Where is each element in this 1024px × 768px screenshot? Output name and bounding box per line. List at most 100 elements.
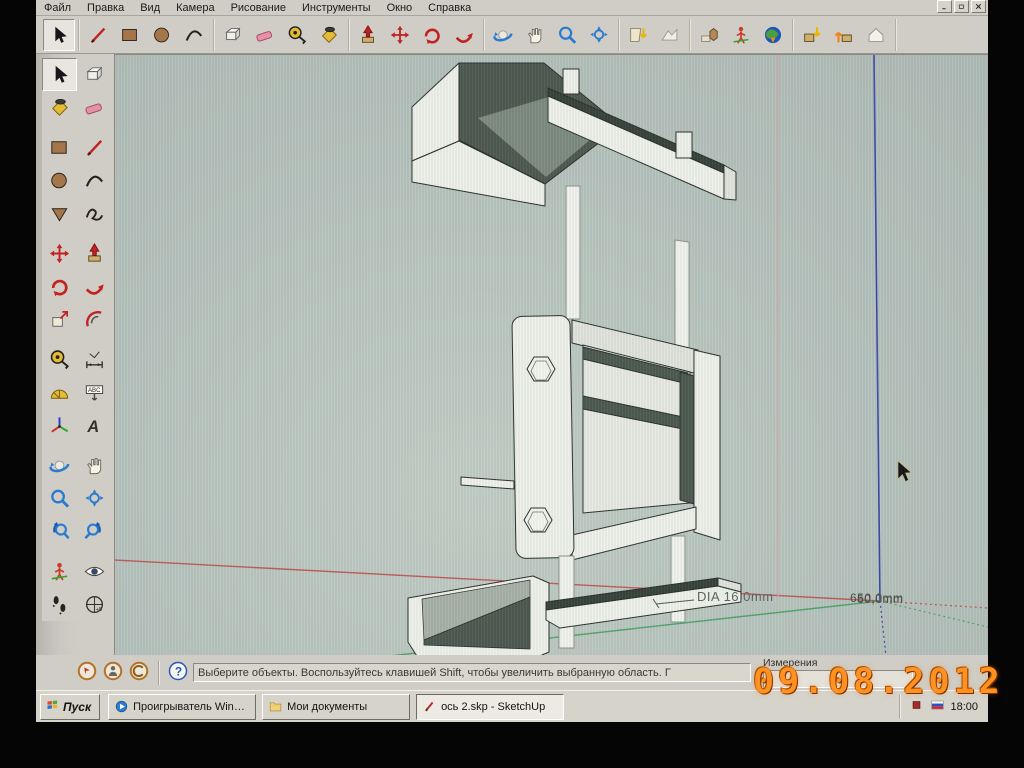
minimize-button[interactable] xyxy=(937,0,952,13)
menu-окно[interactable]: Окно xyxy=(379,2,421,14)
menu-рисование[interactable]: Рисование xyxy=(223,2,294,14)
model-top-channel[interactable] xyxy=(411,62,737,207)
move-palette-button[interactable] xyxy=(42,237,77,270)
polygon-palette-button[interactable] xyxy=(42,197,77,230)
make-component-tool-button[interactable] xyxy=(217,19,249,51)
place-model-tool-button[interactable] xyxy=(693,19,725,51)
status-hint: Выберите объекты. Воспользуйтесь клавише… xyxy=(193,663,751,682)
rotate-tool-button[interactable] xyxy=(416,19,448,51)
eraser-palette-button[interactable] xyxy=(77,91,112,124)
task-wmp[interactable]: Проигрыватель Windo... xyxy=(108,693,257,720)
push-pull-tool-button[interactable] xyxy=(352,19,384,51)
section-plane-palette-button[interactable]: +5 xyxy=(77,588,112,621)
walk-palette-button[interactable] xyxy=(42,588,77,621)
line-icon xyxy=(86,139,103,157)
rectangle-palette-button[interactable] xyxy=(42,131,77,164)
tape-measure-tool-button[interactable] xyxy=(281,19,313,51)
push-pull-palette-button[interactable] xyxy=(77,237,112,270)
task-label: Мои документы xyxy=(287,700,368,713)
select-tool-button[interactable] xyxy=(43,18,75,51)
scale-palette-button[interactable] xyxy=(42,303,77,336)
menu-вид[interactable]: Вид xyxy=(132,2,168,14)
sketchup-icon xyxy=(425,701,434,712)
follow-me-tool-button[interactable] xyxy=(448,19,480,51)
walk-icon xyxy=(52,596,66,615)
toggle-terrain-tool-button[interactable] xyxy=(654,19,686,51)
tray-clock[interactable]: 18:00 xyxy=(950,701,978,713)
zoom-tool-button[interactable] xyxy=(551,19,583,51)
rectangle-tool-button[interactable] xyxy=(114,19,146,51)
model-clamp-block[interactable] xyxy=(460,315,721,561)
paint-bucket-palette-button[interactable] xyxy=(42,91,77,124)
zoom-extents-icon xyxy=(85,489,104,507)
circle-tool-button[interactable] xyxy=(146,19,178,51)
drawing-canvas[interactable]: DIA 16,0mm 650,0mm 60,0mm xyxy=(114,54,988,655)
eraser-tool-button[interactable] xyxy=(249,19,281,51)
arc-tool-button[interactable] xyxy=(178,19,210,51)
get-current-view-tool-button[interactable] xyxy=(622,19,654,51)
help-slot[interactable]: ? xyxy=(167,660,193,685)
restore-button[interactable] xyxy=(954,0,969,13)
share-models-tool-button[interactable] xyxy=(828,19,860,51)
follow-me-palette-button[interactable] xyxy=(77,270,112,303)
tape-measure-palette-button[interactable] xyxy=(42,343,77,376)
circle-palette-button[interactable] xyxy=(42,164,77,197)
pan-tool-button[interactable] xyxy=(519,19,551,51)
zoom-icon xyxy=(559,26,577,44)
look-around-palette-button[interactable] xyxy=(77,555,112,588)
geo-location-badge[interactable] xyxy=(76,660,102,685)
google-earth-tool-button[interactable] xyxy=(757,19,789,51)
select-icon xyxy=(55,26,67,43)
dimension-palette-button[interactable] xyxy=(77,343,112,376)
paint-bucket-tool-button[interactable] xyxy=(313,19,345,51)
protractor-palette-button[interactable] xyxy=(42,376,77,409)
menu-камера[interactable]: Камера xyxy=(168,2,222,14)
pan-palette-button[interactable] xyxy=(77,449,112,482)
tape-measure-icon xyxy=(50,350,69,370)
text-palette-button[interactable]: ABC xyxy=(77,376,112,409)
claim-model-badge[interactable] xyxy=(128,660,154,685)
freehand-palette-button[interactable] xyxy=(77,197,112,230)
close-button[interactable] xyxy=(971,0,986,13)
palette-row xyxy=(42,131,112,164)
palette-row xyxy=(42,58,112,91)
menu-правка[interactable]: Правка xyxy=(79,2,132,14)
line-palette-button[interactable] xyxy=(77,131,112,164)
google-earth-icon xyxy=(764,26,782,43)
zoom-previous-palette-button[interactable] xyxy=(42,515,77,548)
svg-text:ABC: ABC xyxy=(88,387,101,394)
menu-инструменты[interactable]: Инструменты xyxy=(294,2,379,14)
model-attribution-badge[interactable] xyxy=(102,660,128,685)
start-button[interactable]: Пуск xyxy=(40,693,101,720)
zoom-extents-tool-button[interactable] xyxy=(583,19,615,51)
axes-palette-button[interactable] xyxy=(42,409,77,442)
offset-palette-button[interactable] xyxy=(77,303,112,336)
task-sketchup[interactable]: ось 2.skp - SketchUp xyxy=(416,693,565,720)
arc-palette-button[interactable] xyxy=(77,164,112,197)
position-camera-tool-button[interactable] xyxy=(725,19,757,51)
line-tool-button[interactable] xyxy=(82,19,114,51)
push-pull-icon xyxy=(88,242,101,262)
orbit-palette-button[interactable] xyxy=(42,449,77,482)
menu-файл[interactable]: Файл xyxy=(36,2,79,14)
make-component-palette-button[interactable] xyxy=(77,58,112,91)
move-tool-button[interactable] xyxy=(384,19,416,51)
rotate-palette-button[interactable] xyxy=(42,270,77,303)
zoom-palette-button[interactable] xyxy=(42,482,77,515)
select-palette-button[interactable] xyxy=(42,58,77,91)
zoom-extents-palette-button[interactable] xyxy=(77,482,112,515)
menu-справка[interactable]: Справка xyxy=(420,2,479,14)
orbit-tool-button[interactable] xyxy=(487,19,519,51)
toolbar-group xyxy=(214,18,349,51)
task-folder[interactable]: Мои документы xyxy=(262,693,411,720)
position-camera-palette-button[interactable] xyxy=(42,555,77,588)
3d-text-palette-button[interactable]: A xyxy=(77,409,112,442)
get-models-tool-button[interactable] xyxy=(796,19,828,51)
warehouse-model-tool-button[interactable] xyxy=(860,19,892,51)
mouse-cursor xyxy=(897,460,912,482)
geo-location-icon xyxy=(77,661,97,681)
toolbar-group xyxy=(690,18,793,51)
window-controls xyxy=(937,0,986,13)
zoom-next-palette-button[interactable] xyxy=(77,515,112,548)
scale-icon xyxy=(52,310,69,327)
